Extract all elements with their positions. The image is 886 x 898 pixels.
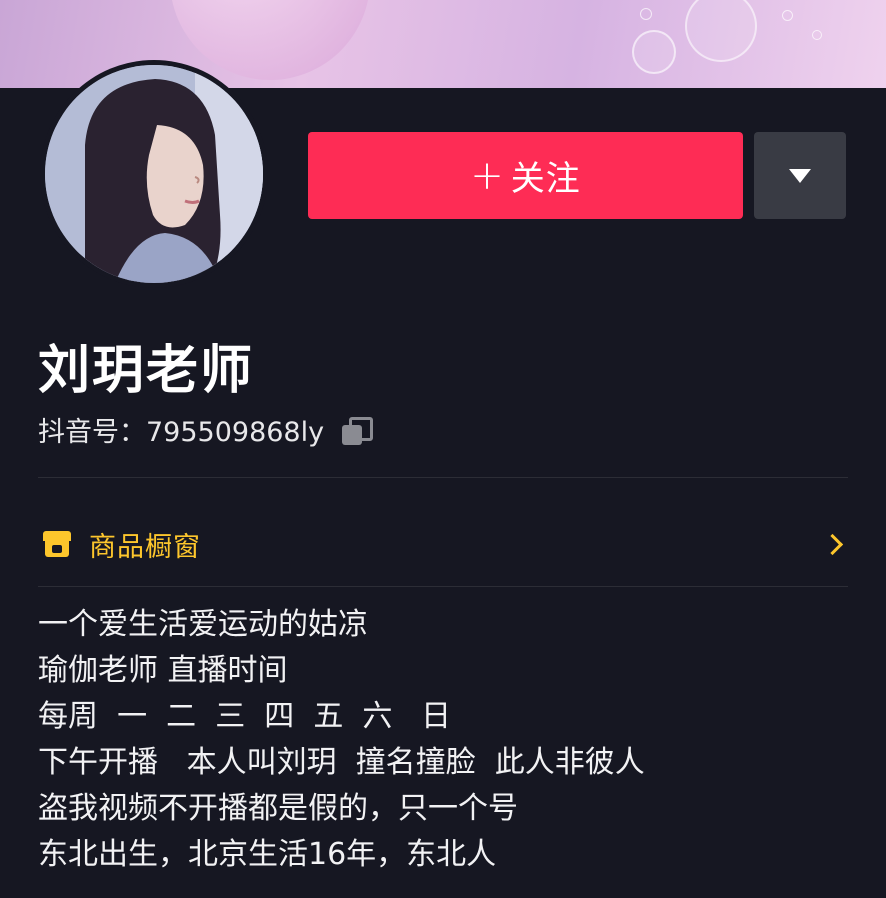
banner-bubble — [170, 0, 370, 80]
avatar-image — [45, 65, 263, 283]
chevron-right-icon — [821, 533, 844, 555]
shop-window-label: 商品橱窗 — [89, 531, 201, 563]
bio-line: 一个爱生活爱运动的姑凉 — [38, 607, 368, 642]
douyin-id-row: 抖音号：795509868ly — [38, 410, 374, 449]
bio-line: 每周 一 二 三 四 五 六 日 — [38, 699, 452, 734]
shop-window-row[interactable]: 商品橱窗 — [38, 515, 848, 573]
avatar[interactable] — [40, 60, 268, 288]
banner-bubble — [640, 8, 652, 20]
banner-bubble — [812, 30, 822, 40]
bio: 一个爱生活爱运动的姑凉 瑜伽老师 直播时间 每周 一 二 三 四 五 六 日 下… — [38, 602, 645, 878]
follow-button[interactable]: + 关注 — [308, 132, 743, 219]
more-dropdown-button[interactable] — [754, 132, 846, 219]
follow-label: 关注 — [510, 159, 581, 199]
divider — [38, 477, 848, 478]
divider — [38, 586, 848, 587]
bio-line: 东北出生，北京生活16年，东北人 — [38, 837, 497, 872]
banner-bubble — [632, 30, 676, 74]
bio-line: 瑜伽老师 直播时间 — [38, 653, 288, 688]
bio-line: 盗我视频不开播都是假的，只一个号 — [38, 791, 518, 826]
copy-icon[interactable] — [340, 415, 374, 445]
shop-icon — [43, 531, 71, 557]
banner-bubble — [782, 10, 793, 21]
douyin-id-text: 抖音号：795509868ly — [38, 417, 325, 448]
profile-name: 刘玥老师 — [38, 341, 255, 401]
dropdown-triangle-icon — [789, 168, 811, 183]
banner-bubble — [685, 0, 757, 62]
bio-line: 下午开播 本人叫刘玥 撞名撞脸 此人非彼人 — [38, 745, 645, 780]
plus-icon: + — [470, 152, 505, 199]
